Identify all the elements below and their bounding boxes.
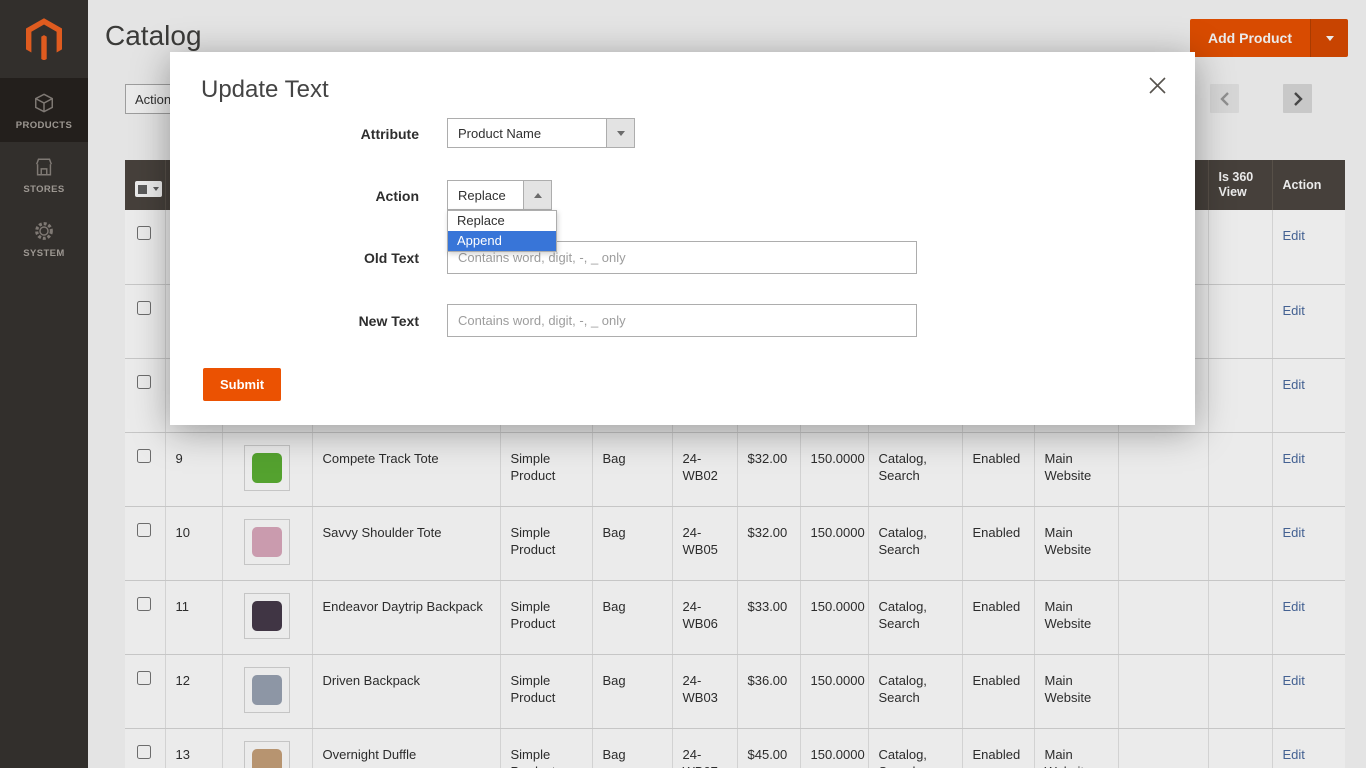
modal-title: Update Text	[201, 76, 329, 103]
submit-button[interactable]: Submit	[203, 368, 282, 401]
new-text-input[interactable]	[447, 304, 917, 337]
option-replace[interactable]: Replace	[448, 211, 556, 231]
action-options-list: Replace Append	[447, 210, 557, 252]
new-text-label: New Text	[358, 313, 419, 329]
chevron-down-icon	[616, 130, 625, 136]
attribute-label: Attribute	[360, 126, 419, 142]
option-append[interactable]: Append	[448, 231, 556, 251]
select-toggle[interactable]	[606, 119, 634, 147]
attribute-select[interactable]: Product Name	[447, 118, 635, 148]
update-text-dialog: Update Text Attribute Product Name Actio…	[170, 52, 1195, 425]
chevron-up-icon	[533, 192, 542, 198]
close-button[interactable]	[1145, 73, 1169, 97]
old-text-label: Old Text	[364, 250, 419, 266]
select-toggle[interactable]	[523, 181, 551, 209]
action-select-value: Replace	[458, 187, 506, 203]
action-label: Action	[375, 188, 419, 204]
action-select[interactable]: Replace	[447, 180, 552, 210]
attribute-select-value: Product Name	[458, 125, 542, 141]
magento-admin-page: PRODUCTS STORES SYSTEM Catalog Add Produ…	[0, 0, 1366, 768]
close-icon	[1148, 76, 1166, 94]
